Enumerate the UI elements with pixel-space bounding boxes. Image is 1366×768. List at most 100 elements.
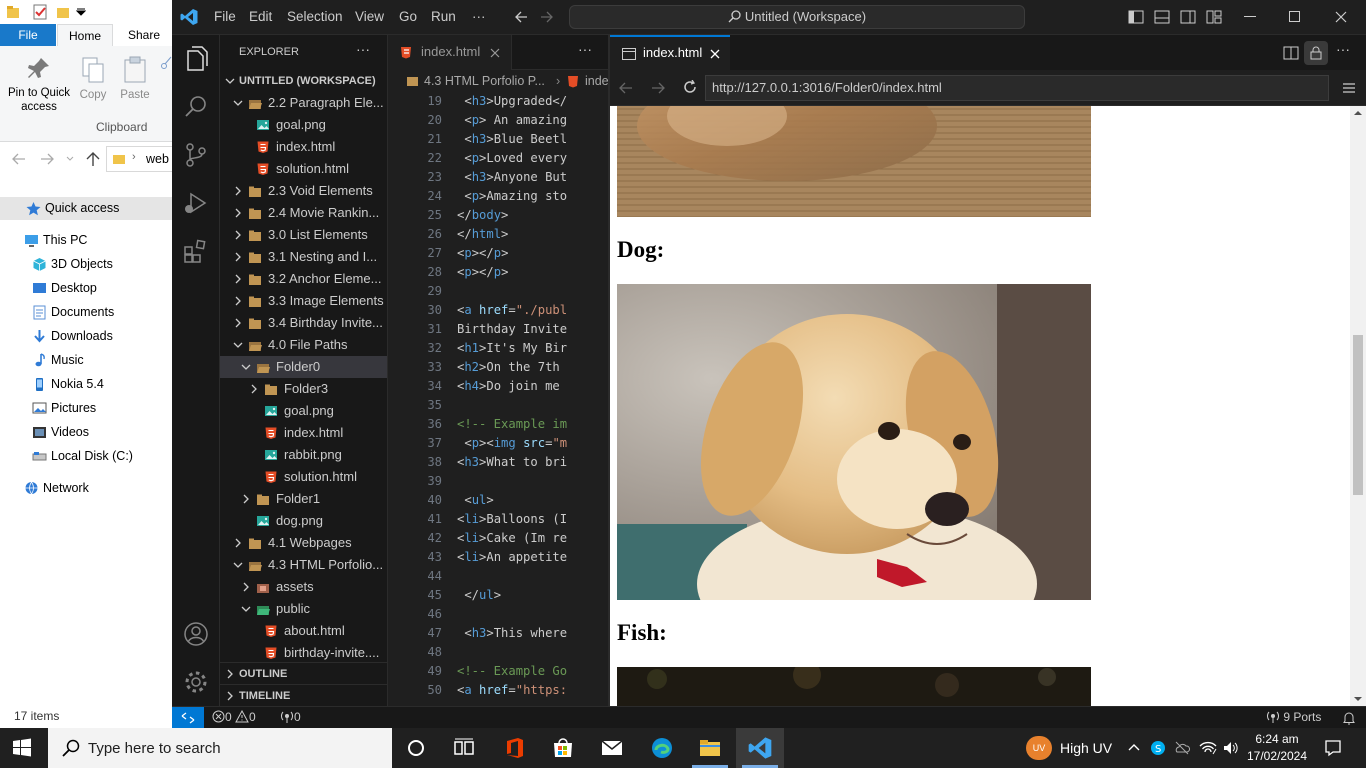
- nav-item-videos[interactable]: Videos: [0, 421, 172, 443]
- nav-item-this-pc[interactable]: This PC: [0, 229, 172, 251]
- preview-scrollbar[interactable]: [1350, 106, 1366, 706]
- source-control-icon[interactable]: [182, 141, 210, 169]
- close-icon[interactable]: [1335, 11, 1347, 23]
- menu-item-more[interactable]: ···: [472, 9, 486, 24]
- weather-text[interactable]: High UV: [1060, 740, 1112, 756]
- nav-item-quick-access[interactable]: Quick access: [0, 197, 172, 219]
- nav-item-desktop[interactable]: Desktop: [0, 277, 172, 299]
- scroll-up-icon[interactable]: [1354, 110, 1362, 116]
- tree-folder-3-2-anchor-eleme[interactable]: 3.2 Anchor Eleme...: [220, 268, 387, 290]
- tree-folder-4-1-webpages[interactable]: 4.1 Webpages: [220, 532, 387, 554]
- back-arrow-icon[interactable]: [12, 153, 26, 165]
- nav-item-nokia-5-4[interactable]: Nokia 5.4: [0, 373, 172, 395]
- preview-tab[interactable]: index.html: [610, 35, 730, 70]
- workspace-header[interactable]: UNTITLED (WORKSPACE): [220, 70, 387, 92]
- new-folder-icon[interactable]: [56, 5, 70, 19]
- tree-file-solution-html[interactable]: solution.html: [220, 158, 387, 180]
- tree-file-birthday-invite[interactable]: birthday-invite....: [220, 642, 387, 664]
- menu-item-file[interactable]: File: [214, 9, 236, 24]
- run-and-debug-icon[interactable]: [182, 189, 210, 217]
- notification-center-icon[interactable]: [1324, 739, 1342, 757]
- reload-icon[interactable]: [683, 80, 697, 94]
- menu-item-view[interactable]: View: [355, 9, 384, 24]
- tree-file-index-html[interactable]: index.html: [220, 136, 387, 158]
- nav-item-documents[interactable]: Documents: [0, 301, 172, 323]
- tree-file-solution-html[interactable]: solution.html: [220, 466, 387, 488]
- forward-arrow-icon[interactable]: [40, 153, 54, 165]
- tree-folder-4-0-file-paths[interactable]: 4.0 File Paths: [220, 334, 387, 356]
- microsoft-store-icon[interactable]: [551, 736, 575, 760]
- windows-start-icon[interactable]: [12, 738, 32, 758]
- close-tab-icon[interactable]: [490, 48, 500, 58]
- nav-item-network[interactable]: Network: [0, 477, 172, 499]
- lock-group-button[interactable]: [1304, 41, 1328, 65]
- tree-folder-2-2-paragraph-ele[interactable]: 2.2 Paragraph Ele...: [220, 92, 387, 114]
- command-center[interactable]: Untitled (Workspace): [569, 5, 1025, 29]
- remote-indicator[interactable]: [172, 707, 204, 729]
- tree-folder-assets[interactable]: assets: [220, 576, 387, 598]
- ports-forwarded-indicator[interactable]: 0: [280, 710, 301, 724]
- back-arrow-icon[interactable]: [619, 82, 633, 94]
- tree-folder-2-4-movie-rankin[interactable]: 2.4 Movie Rankin...: [220, 202, 387, 224]
- preview-more-actions-icon[interactable]: ···: [1336, 41, 1350, 57]
- tree-file-goal-png[interactable]: goal.png: [220, 400, 387, 422]
- tab-share[interactable]: Share: [116, 24, 172, 46]
- task-view-icon[interactable]: [452, 736, 476, 760]
- notifications-bell-icon[interactable]: [1342, 711, 1356, 725]
- tab-home[interactable]: Home: [57, 24, 113, 46]
- ports-status[interactable]: 9 Ports: [1266, 710, 1321, 724]
- pin-to-quick-access-button[interactable]: Pin to Quick access: [4, 52, 74, 114]
- breadcrumb-folder[interactable]: 4.3 HTML Porfolio P...: [424, 70, 545, 92]
- extensions-icon[interactable]: [182, 237, 210, 265]
- volume-icon[interactable]: [1222, 740, 1240, 756]
- nav-item-pictures[interactable]: Pictures: [0, 397, 172, 419]
- menu-item-go[interactable]: Go: [399, 9, 417, 24]
- tree-file-about-html[interactable]: about.html: [220, 620, 387, 642]
- nav-item-3d-objects[interactable]: 3D Objects: [0, 253, 172, 275]
- tree-file-index-html[interactable]: index.html: [220, 422, 387, 444]
- clock[interactable]: 6:24 am 17/02/2024: [1244, 731, 1310, 765]
- nav-item-music[interactable]: Music: [0, 349, 172, 371]
- tree-folder-3-1-nesting-and-i[interactable]: 3.1 Nesting and I...: [220, 246, 387, 268]
- cut-button[interactable]: [160, 56, 172, 96]
- address-field[interactable]: › web: [106, 146, 172, 172]
- outline-section[interactable]: OUTLINE: [220, 662, 387, 684]
- tree-folder-3-3-image-elements[interactable]: 3.3 Image Elements: [220, 290, 387, 312]
- tree-file-goal-png[interactable]: goal.png: [220, 114, 387, 136]
- editor-more-actions-icon[interactable]: ···: [578, 41, 592, 57]
- nav-item-local-disk-c[interactable]: Local Disk (C:): [0, 445, 172, 467]
- tree-folder-3-4-birthday-invite[interactable]: 3.4 Birthday Invite...: [220, 312, 387, 334]
- tree-folder-folder1[interactable]: Folder1: [220, 488, 387, 510]
- office-icon[interactable]: [503, 736, 527, 760]
- paste-button[interactable]: Paste: [116, 52, 154, 102]
- menu-item-edit[interactable]: Edit: [249, 9, 272, 24]
- taskbar-search-box[interactable]: Type here to search: [48, 728, 392, 768]
- weather-badge[interactable]: UV: [1026, 736, 1052, 760]
- show-hidden-icons-chevron-icon[interactable]: [1128, 743, 1140, 751]
- copy-button[interactable]: Copy: [76, 52, 110, 102]
- minimize-icon[interactable]: [1244, 16, 1256, 18]
- vscode-taskbar-button[interactable]: [736, 728, 784, 768]
- manage-gear-icon[interactable]: [182, 668, 210, 696]
- onedrive-icon[interactable]: [1174, 740, 1190, 756]
- edge-icon[interactable]: [650, 736, 674, 760]
- nav-item-downloads[interactable]: Downloads: [0, 325, 172, 347]
- editor-tab-index[interactable]: index.html: [388, 35, 512, 70]
- navigate-forward-icon[interactable]: [540, 10, 554, 24]
- breadcrumb-file[interactable]: inde: [585, 70, 608, 92]
- menu-icon[interactable]: [1342, 82, 1356, 94]
- customize-layout-icon[interactable]: [1206, 10, 1222, 24]
- split-editor-icon[interactable]: [1283, 46, 1299, 60]
- accounts-icon[interactable]: [182, 620, 210, 648]
- toggle-primary-sidebar-icon[interactable]: [1128, 10, 1144, 24]
- cortana-icon[interactable]: [404, 736, 428, 760]
- tree-folder-public[interactable]: public: [220, 598, 387, 620]
- tree-folder-3-0-list-elements[interactable]: 3.0 List Elements: [220, 224, 387, 246]
- scroll-down-icon[interactable]: [1354, 696, 1362, 702]
- customize-toolbar-icon[interactable]: [76, 8, 86, 16]
- more-actions-icon[interactable]: ···: [356, 41, 370, 57]
- close-tab-icon[interactable]: [710, 49, 720, 59]
- tab-file[interactable]: File: [0, 24, 56, 46]
- file-explorer-icon[interactable]: [698, 736, 722, 760]
- mail-icon[interactable]: [600, 736, 624, 760]
